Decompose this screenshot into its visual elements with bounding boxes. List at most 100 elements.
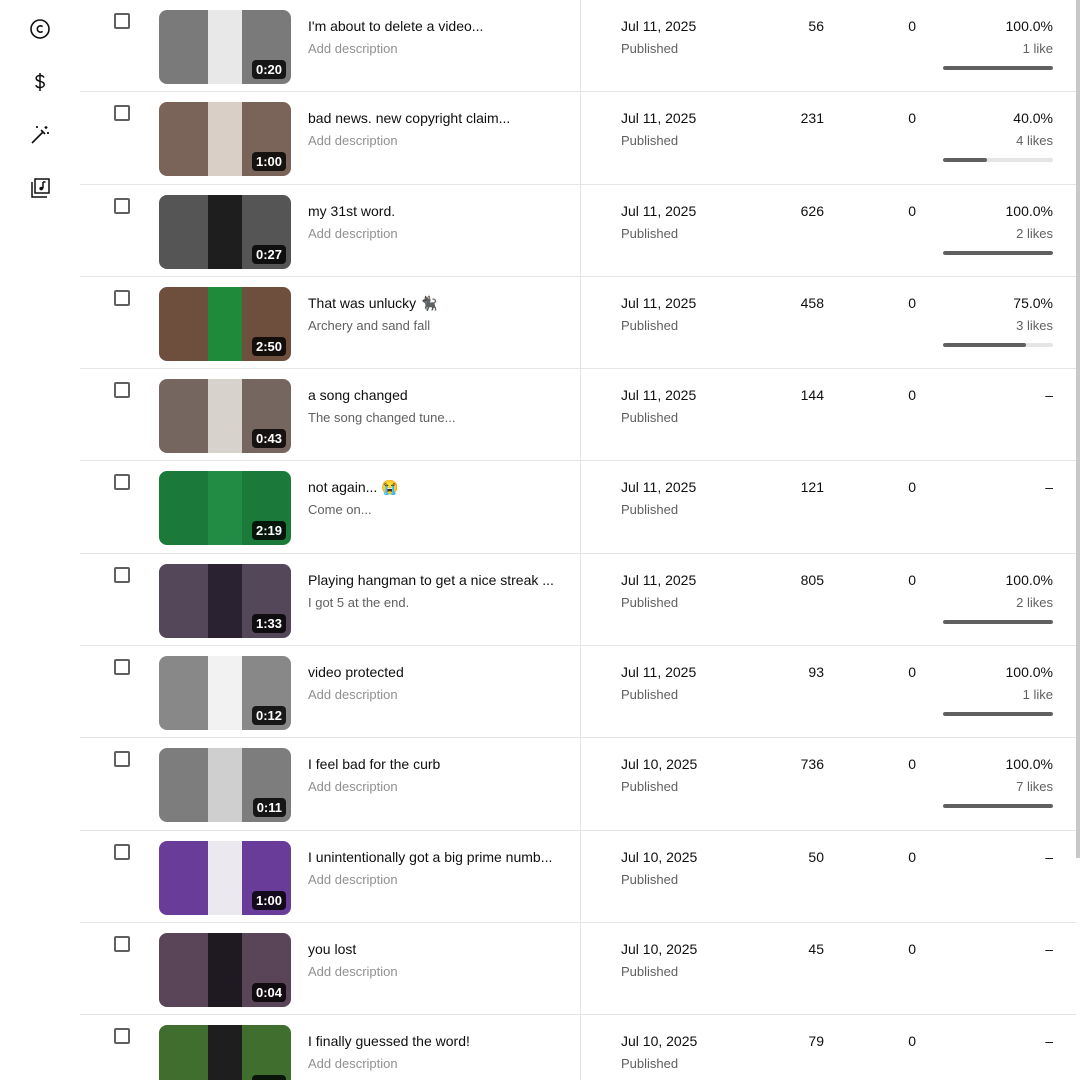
- video-thumbnail[interactable]: 0:20: [159, 10, 291, 84]
- duration-badge: 1:33: [251, 613, 286, 633]
- video-status: Published: [621, 779, 679, 795]
- video-title[interactable]: a song changed: [308, 387, 560, 403]
- video-date: Jul 11, 2025: [621, 479, 697, 496]
- video-description[interactable]: Come on...: [308, 502, 560, 517]
- video-description[interactable]: Add description: [308, 964, 560, 979]
- likes-count: 2 likes: [1016, 594, 1053, 610]
- video-status: Published: [621, 594, 679, 610]
- video-thumbnail[interactable]: 1:00: [159, 840, 291, 915]
- row-checkbox[interactable]: [114, 105, 130, 122]
- video-description[interactable]: Add description: [308, 41, 560, 56]
- likes-bar-fill: [943, 66, 1053, 70]
- thumbnail-frame: [208, 379, 242, 454]
- video-thumbnail[interactable]: 0:04: [159, 932, 291, 1007]
- video-title[interactable]: That was unlucky 🐈‍⬛: [308, 295, 560, 312]
- table-row[interactable]: 0:04 you lost Add description Jul 10, 20…: [80, 923, 1076, 1016]
- likes-bar: [943, 342, 1053, 347]
- row-checkbox[interactable]: [114, 566, 130, 583]
- table-row[interactable]: 0:11 I feel bad for the curb Add descrip…: [80, 738, 1076, 831]
- table-row[interactable]: 0:43 a song changed The song changed tun…: [80, 369, 1076, 462]
- video-thumbnail[interactable]: 2:50: [159, 286, 291, 361]
- table-row[interactable]: 2:19 not again... 😭 Come on... Jul 11, 2…: [80, 461, 1076, 554]
- likes-percentage: –: [1045, 848, 1053, 865]
- video-description[interactable]: Add description: [308, 226, 560, 241]
- video-title[interactable]: bad news. new copyright claim...: [308, 110, 560, 126]
- likes-percentage: –: [1045, 387, 1053, 404]
- video-thumbnail[interactable]: 1:00: [159, 102, 291, 177]
- table-row[interactable]: 0:12 video protected Add description Jul…: [80, 646, 1076, 739]
- row-checkbox[interactable]: [114, 935, 130, 952]
- likes-percentage: –: [1045, 940, 1053, 957]
- table-row[interactable]: 1:00 I unintentionally got a big prime n…: [80, 831, 1076, 923]
- view-count: 121: [800, 479, 824, 496]
- likes-count: 3 likes: [1016, 317, 1053, 333]
- table-row[interactable]: 1:33 Playing hangman to get a nice strea…: [80, 554, 1076, 647]
- video-title[interactable]: I finally guessed the word!: [308, 1033, 560, 1049]
- video-title[interactable]: I unintentionally got a big prime numb..…: [308, 849, 560, 865]
- likes-bar: [943, 712, 1053, 717]
- duration-badge: 0:04: [251, 982, 286, 1002]
- video-title[interactable]: Playing hangman to get a nice streak ...: [308, 572, 560, 588]
- video-title[interactable]: I feel bad for the curb: [308, 756, 560, 772]
- row-checkbox[interactable]: [114, 13, 130, 29]
- row-checkbox[interactable]: [114, 197, 130, 214]
- video-description[interactable]: Add description: [308, 779, 560, 794]
- row-checkbox[interactable]: [114, 289, 130, 306]
- audio-library-icon[interactable]: [28, 176, 52, 200]
- likes-bar-fill: [943, 712, 1053, 717]
- duration-badge: 0:43: [251, 429, 286, 449]
- row-checkbox[interactable]: [114, 474, 130, 491]
- view-count: 50: [808, 848, 824, 865]
- scrollbar[interactable]: [1076, 0, 1080, 858]
- thumbnail-frame: [208, 102, 242, 177]
- video-thumbnail[interactable]: 0:27: [159, 194, 291, 269]
- row-checkbox[interactable]: [114, 751, 130, 768]
- view-count: 626: [800, 202, 824, 219]
- video-title[interactable]: I'm about to delete a video...: [308, 18, 560, 34]
- video-thumbnail[interactable]: 0:35: [159, 1025, 291, 1080]
- comment-count: 0: [908, 664, 916, 681]
- video-thumbnail[interactable]: 0:43: [159, 379, 291, 454]
- thumbnail-frame: [208, 932, 242, 1007]
- video-status: Published: [621, 502, 679, 518]
- comment-count: 0: [908, 940, 916, 957]
- comment-count: 0: [908, 110, 916, 127]
- table-row[interactable]: 0:27 my 31st word. Add description Jul 1…: [80, 185, 1076, 277]
- likes-bar-fill: [943, 342, 1026, 347]
- thumbnail-frame: [208, 1025, 242, 1080]
- video-thumbnail[interactable]: 2:19: [159, 471, 291, 546]
- video-status: Published: [621, 133, 679, 149]
- table-row[interactable]: 2:50 That was unlucky 🐈‍⬛ Archery and sa…: [80, 277, 1076, 370]
- row-checkbox[interactable]: [114, 843, 130, 860]
- video-title[interactable]: you lost: [308, 941, 560, 957]
- video-title[interactable]: my 31st word.: [308, 203, 560, 219]
- video-date: Jul 10, 2025: [621, 756, 698, 773]
- table-row[interactable]: 1:00 bad news. new copyright claim... Ad…: [80, 92, 1076, 185]
- video-title[interactable]: video protected: [308, 664, 560, 680]
- video-thumbnail[interactable]: 1:33: [159, 563, 291, 638]
- video-status: Published: [621, 871, 679, 887]
- copyright-icon[interactable]: [28, 17, 52, 41]
- video-description[interactable]: The song changed tune...: [308, 410, 560, 425]
- video-description[interactable]: Archery and sand fall: [308, 318, 560, 333]
- row-checkbox[interactable]: [114, 382, 130, 399]
- thumbnail-frame: [208, 10, 242, 84]
- video-description[interactable]: Add description: [308, 687, 560, 702]
- video-thumbnail[interactable]: 0:12: [159, 656, 291, 731]
- row-checkbox[interactable]: [114, 659, 130, 676]
- magic-wand-icon[interactable]: [28, 123, 52, 147]
- table-row[interactable]: 0:20 I'm about to delete a video... Add …: [80, 0, 1076, 93]
- video-date: Jul 11, 2025: [621, 202, 697, 219]
- duration-badge: 1:00: [251, 890, 286, 910]
- video-description[interactable]: Add description: [308, 133, 560, 148]
- video-description[interactable]: I got 5 at the end.: [308, 595, 560, 610]
- table-row[interactable]: 0:35 I finally guessed the word! Add des…: [80, 1015, 1076, 1080]
- row-checkbox[interactable]: [114, 1028, 130, 1045]
- video-title[interactable]: not again... 😭: [308, 479, 560, 496]
- likes-count: 1 like: [1022, 41, 1053, 56]
- video-description[interactable]: Add description: [308, 1056, 560, 1071]
- video-thumbnail[interactable]: 0:11: [159, 748, 291, 823]
- monetization-icon[interactable]: [28, 70, 52, 94]
- video-description[interactable]: Add description: [308, 872, 560, 887]
- likes-percentage: 100.0%: [1005, 202, 1053, 219]
